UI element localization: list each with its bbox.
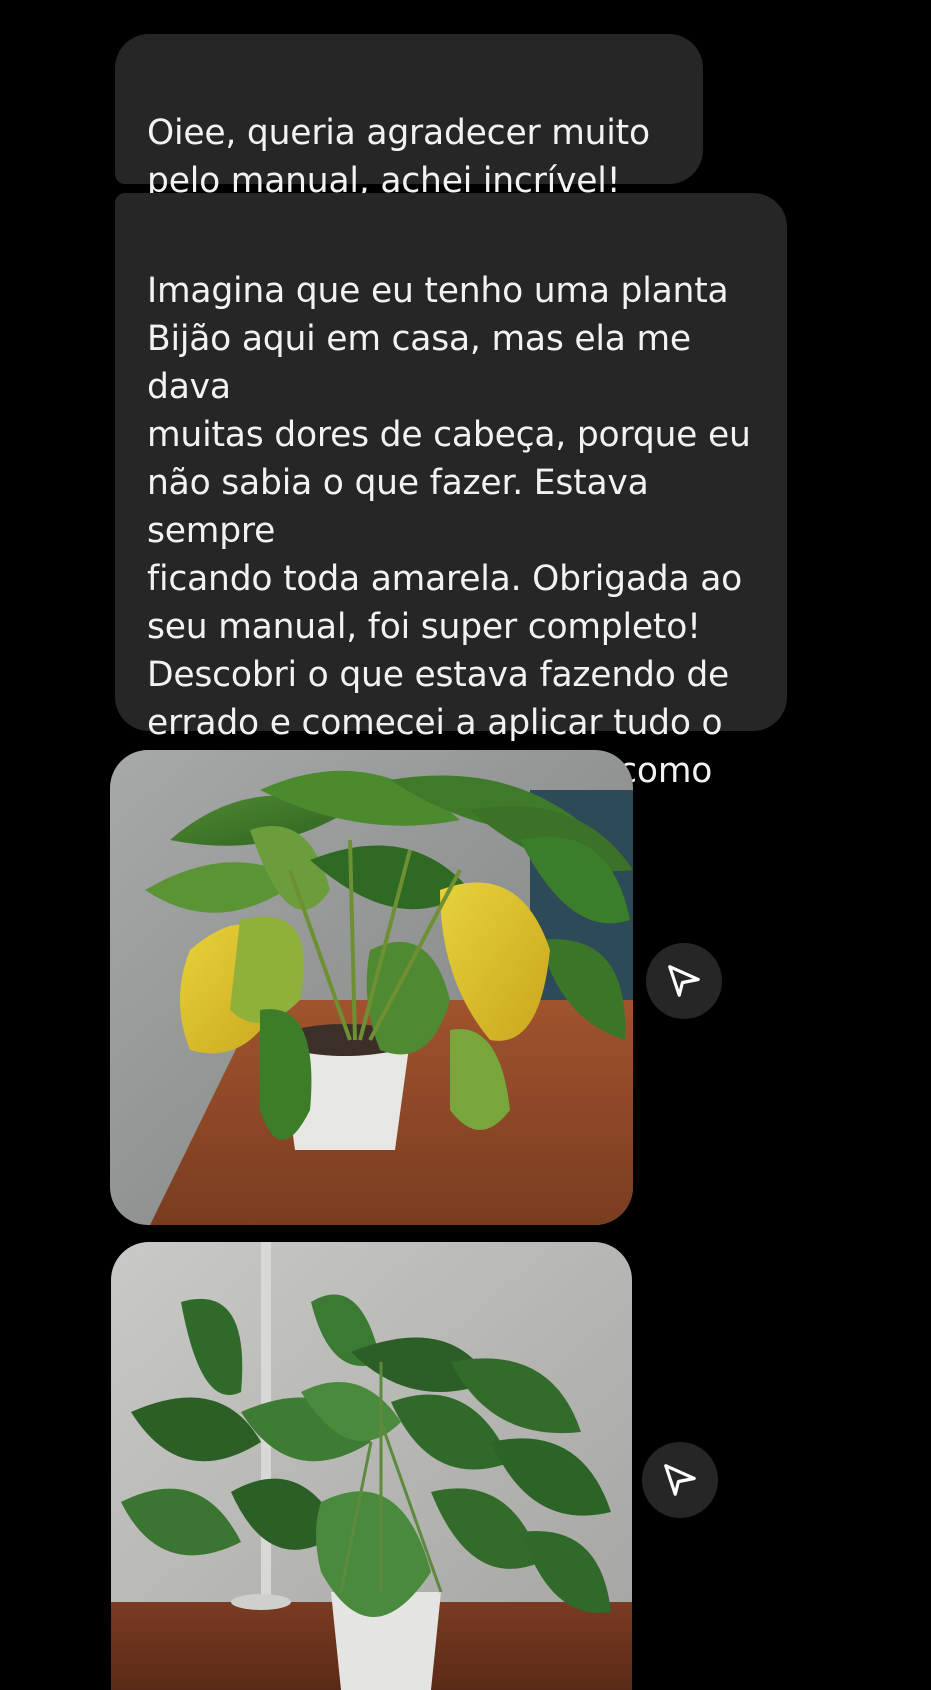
paper-plane-icon	[668, 965, 700, 997]
message-text: Oiee, queria agradecer muito pelo manual…	[147, 113, 650, 201]
share-button[interactable]	[646, 943, 722, 1019]
photo-message-plant-after[interactable]	[111, 1242, 632, 1690]
plant-yellow-leaves-image	[110, 750, 633, 1225]
share-button[interactable]	[642, 1442, 718, 1518]
message-bubble[interactable]: Oiee, queria agradecer muito pelo manual…	[115, 34, 703, 201]
plant-healthy-green-image	[111, 1242, 632, 1690]
message-bubble[interactable]: Imagina que eu tenho uma planta Bijão aq…	[115, 193, 787, 839]
photo-message-plant-before[interactable]	[110, 750, 633, 1225]
chat-thread: Oiee, queria agradecer muito pelo manual…	[0, 0, 931, 1690]
paper-plane-icon	[664, 1464, 696, 1496]
